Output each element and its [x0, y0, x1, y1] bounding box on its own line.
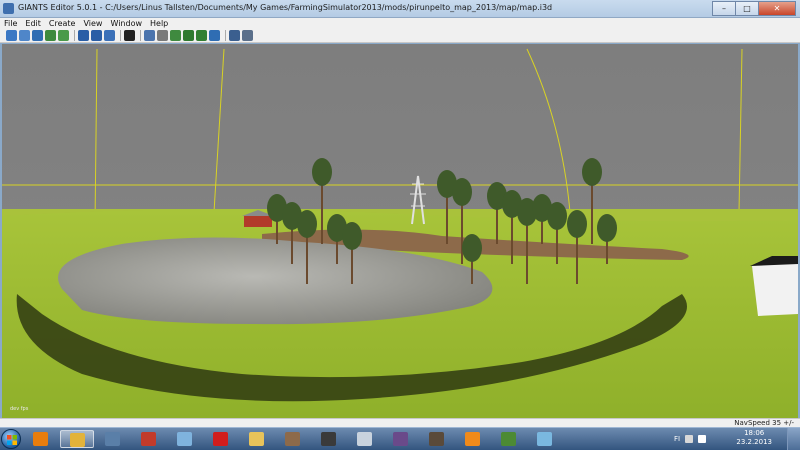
volume-icon[interactable] — [698, 435, 707, 443]
white-house — [752, 262, 798, 316]
calculator-icon — [357, 432, 372, 446]
tree-crown — [582, 158, 602, 186]
menu-window[interactable]: Window — [106, 19, 146, 28]
minecraft-icon — [501, 432, 516, 446]
texture-icon — [429, 432, 444, 446]
menu-edit[interactable]: Edit — [21, 19, 45, 28]
settings-icon[interactable] — [242, 30, 253, 41]
taskbar-vlc[interactable] — [456, 430, 490, 448]
tree-crown — [452, 178, 472, 206]
blender-icon — [33, 432, 48, 446]
menu-view[interactable]: View — [79, 19, 106, 28]
taskbar-explorer[interactable] — [240, 430, 274, 448]
taskbar: FI 18:06 23.2.2013 — [0, 427, 800, 450]
explorer-icon — [249, 432, 264, 446]
paint-icon — [285, 432, 300, 446]
tree-crown — [297, 210, 317, 238]
minimize-button[interactable]: – — [712, 1, 736, 16]
system-tray: FI — [670, 428, 800, 450]
folder-icon — [177, 432, 192, 446]
tree-crown — [462, 234, 482, 262]
taskbar-games[interactable] — [384, 430, 418, 448]
taskbar-minecraft[interactable] — [492, 430, 526, 448]
save-icon[interactable] — [32, 30, 43, 41]
start-button[interactable] — [1, 429, 21, 449]
tree-crown — [342, 222, 362, 250]
giants-editor-icon — [70, 433, 85, 447]
save-as-icon[interactable] — [45, 30, 56, 41]
clock-time: 18:06 — [744, 429, 765, 437]
menu-create[interactable]: Create — [45, 19, 80, 28]
magnet-icon[interactable] — [157, 30, 168, 41]
language-indicator[interactable]: FI — [674, 435, 680, 443]
toolbar — [0, 29, 800, 43]
taskbar-paint[interactable] — [276, 430, 310, 448]
toolbar-separator — [140, 30, 141, 41]
notepad-icon — [105, 432, 120, 446]
window-controls: – □ ✕ — [712, 1, 796, 16]
undo-icon[interactable] — [78, 30, 89, 41]
toolbar-separator — [225, 30, 226, 41]
window-title: GIANTS Editor 5.0.1 - C:/Users/Linus Tal… — [18, 3, 553, 12]
tree-crown — [567, 210, 587, 238]
taskbar-tractor[interactable] — [132, 430, 166, 448]
menu-bar: File Edit Create View Window Help — [0, 18, 800, 29]
select-tool-icon[interactable] — [144, 30, 155, 41]
tractor-icon — [141, 432, 156, 446]
taskbar-apps — [24, 430, 564, 448]
viewport-debug-text: dev fps — [10, 406, 29, 412]
red-barn — [244, 216, 272, 227]
vlc-icon — [465, 432, 480, 446]
taskbar-misc[interactable] — [528, 430, 562, 448]
play-icon[interactable] — [124, 30, 135, 41]
taskbar-folders[interactable] — [168, 430, 202, 448]
menu-help[interactable]: Help — [146, 19, 172, 28]
scene-render: dev fps — [2, 44, 798, 418]
maximize-button[interactable]: □ — [735, 1, 759, 16]
foliage-paint-icon[interactable] — [196, 30, 207, 41]
misc-icon — [537, 432, 552, 446]
menu-file[interactable]: File — [0, 19, 21, 28]
placement-icon[interactable] — [209, 30, 220, 41]
windows-logo-icon — [7, 435, 17, 445]
show-desktop-button[interactable] — [787, 428, 800, 450]
tree-crown — [312, 158, 332, 186]
open-icon[interactable] — [19, 30, 30, 41]
scene-graph-icon[interactable] — [229, 30, 240, 41]
navspeed-readout: NavSpeed 35 +/- — [734, 419, 794, 427]
games-icon — [393, 432, 408, 446]
clock[interactable]: 18:06 23.2.2013 — [736, 429, 772, 447]
close-button[interactable]: ✕ — [758, 1, 796, 16]
taskbar-giants-editor[interactable] — [60, 430, 94, 448]
taskbar-calculator[interactable] — [348, 430, 382, 448]
3dsmax-icon — [321, 432, 336, 446]
opera-icon — [213, 432, 228, 446]
3d-viewport[interactable]: dev fps — [2, 44, 798, 418]
taskbar-3dsmax[interactable] — [312, 430, 346, 448]
toolbar-separator — [74, 30, 75, 41]
toolbar-separator — [120, 30, 121, 41]
tree-crown — [547, 202, 567, 230]
new-icon[interactable] — [6, 30, 17, 41]
tree-crown — [597, 214, 617, 242]
taskbar-opera[interactable] — [204, 430, 238, 448]
taskbar-blender[interactable] — [24, 430, 58, 448]
giants-editor-icon — [3, 3, 14, 14]
terrain-paint-icon[interactable] — [183, 30, 194, 41]
taskbar-notepad[interactable] — [96, 430, 130, 448]
taskbar-texture[interactable] — [420, 430, 454, 448]
clock-date: 23.2.2013 — [736, 438, 772, 446]
network-icon[interactable] — [685, 435, 694, 443]
export-icon[interactable] — [58, 30, 69, 41]
redo-icon[interactable] — [91, 30, 102, 41]
terrain-sculpt-icon[interactable] — [170, 30, 181, 41]
title-bar: GIANTS Editor 5.0.1 - C:/Users/Linus Tal… — [0, 0, 800, 18]
refresh-icon[interactable] — [104, 30, 115, 41]
